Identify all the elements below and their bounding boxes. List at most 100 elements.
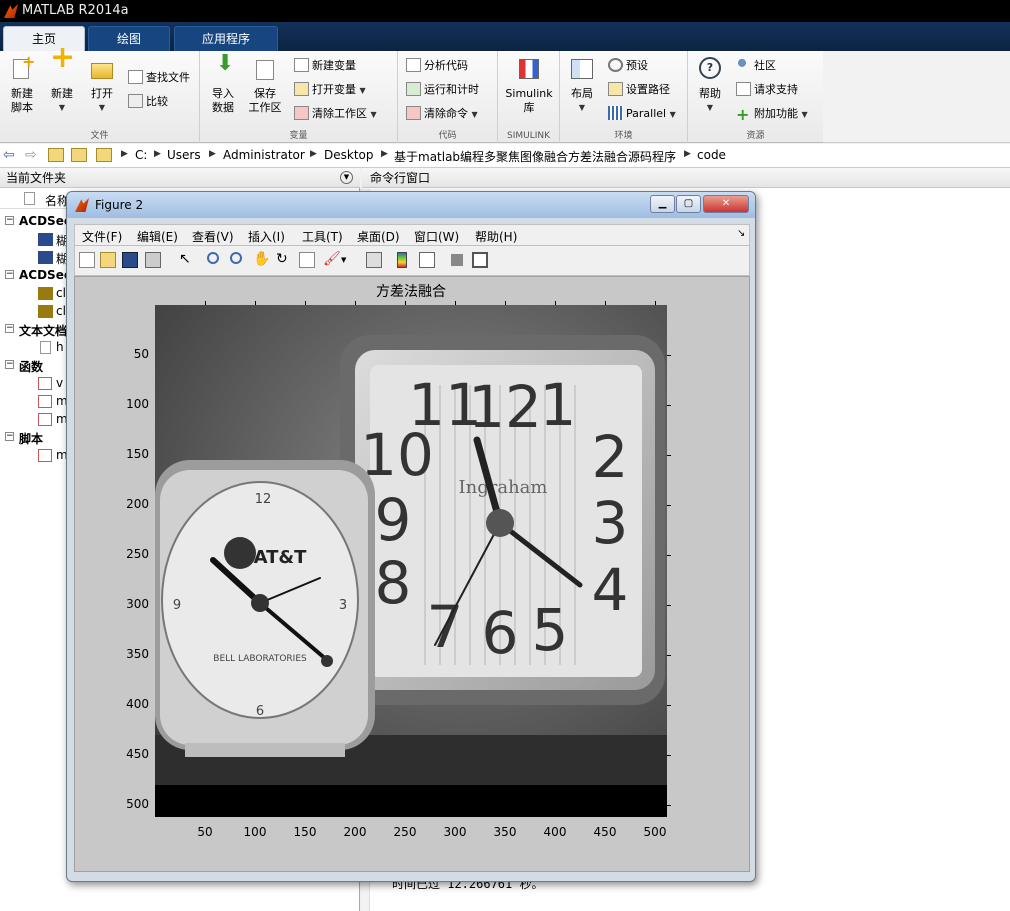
crumb-c[interactable]: C: <box>135 148 147 162</box>
help-button[interactable]: ? 帮助 ▼ <box>692 57 728 115</box>
menu-tools[interactable]: 工具(T) <box>302 228 343 245</box>
import-data-button[interactable]: ⬇ 导入 数据 <box>204 53 242 115</box>
right-clock-brand: Ingraham <box>459 477 548 498</box>
crumb-desktop[interactable]: Desktop <box>324 148 374 162</box>
crumb-project-folder[interactable]: 基于matlab编程多聚焦图像融合方差法融合源码程序 <box>394 148 676 165</box>
ribbon-group-label: 文件 <box>90 131 109 141</box>
up-folder-icon[interactable] <box>48 148 64 162</box>
zoom-in-icon[interactable] <box>207 252 219 264</box>
open-button[interactable]: 打开 ▼ <box>84 57 120 115</box>
crumb-administrator[interactable]: Administrator <box>223 148 305 162</box>
menu-window[interactable]: 窗口(W) <box>414 228 459 245</box>
fused-clock-image: 11 12 1 10 2 9 3 8 4 7 6 5 Ingraham AT&T… <box>155 305 667 817</box>
ribbon-group-label: SIMULINK <box>506 131 551 141</box>
menu-file[interactable]: 文件(F) <box>82 228 122 245</box>
menu-edit[interactable]: 编辑(E) <box>137 228 178 245</box>
crumb-code[interactable]: code <box>697 148 726 162</box>
support-icon <box>736 82 751 96</box>
community-button[interactable]: 社区 <box>736 57 776 75</box>
x-tick-mark <box>205 301 206 305</box>
print-icon[interactable] <box>145 252 161 268</box>
new-variable-button[interactable]: 新建变量 <box>294 57 356 75</box>
crumb-separator: ▶ <box>684 149 691 159</box>
brush-dropdown-icon[interactable]: ▼ <box>341 256 346 264</box>
menu-insert[interactable]: 插入(I) <box>248 228 285 245</box>
set-path-icon <box>608 82 623 96</box>
legend-icon[interactable] <box>419 252 435 268</box>
dock-arrow-icon[interactable]: ↘ <box>737 228 745 239</box>
compare-button[interactable]: 比较 <box>128 93 168 111</box>
preferences-button[interactable]: 预设 <box>608 57 648 75</box>
save-workspace-button[interactable]: 保存 工作区 <box>244 57 286 115</box>
figure-titlebar[interactable]: Figure 2 ▁ ▢ ✕ <box>67 192 755 218</box>
close-button[interactable]: ✕ <box>703 195 749 213</box>
left-clock-sub: BELL LABORATORIES <box>213 654 307 664</box>
link-plot-icon[interactable] <box>366 252 382 268</box>
brush-icon[interactable]: 🖌 <box>323 252 341 268</box>
addons-button[interactable]: + 附加功能 ▼ <box>736 105 808 123</box>
tab-plots[interactable]: 绘图 <box>88 26 170 51</box>
plot-title: 方差法融合 <box>376 284 446 300</box>
file-column-icon <box>24 192 35 205</box>
data-cursor-icon[interactable] <box>299 252 315 268</box>
image-axes[interactable]: 11 12 1 10 2 9 3 8 4 7 6 5 Ingraham AT&T… <box>155 305 667 817</box>
collapse-icon[interactable]: − <box>5 432 14 441</box>
text-file-icon <box>40 341 51 354</box>
run-and-time-button[interactable]: 运行和计时 <box>406 81 479 99</box>
maximize-button[interactable]: ▢ <box>676 195 701 213</box>
y-tick-label: 500 <box>126 797 149 811</box>
new-button[interactable]: + 新建 ▼ <box>44 43 80 115</box>
ribbon-group-file: + 新建 脚本 + 新建 ▼ 打开 ▼ 查找文件 比较 文件 <box>0 43 200 143</box>
folder-icon <box>88 57 116 83</box>
y-tick-label: 400 <box>126 697 149 711</box>
new-script-button[interactable]: + 新建 脚本 <box>4 54 40 115</box>
open-variable-button[interactable]: 打开变量 ▼ <box>294 81 366 99</box>
request-support-button[interactable]: 请求支持 <box>736 81 798 99</box>
open-file-icon[interactable] <box>100 252 116 268</box>
pointer-icon[interactable]: ↖ <box>179 252 195 268</box>
back-arrow-icon[interactable]: ⇦ <box>3 147 15 163</box>
clear-workspace-button[interactable]: 清除工作区 ▼ <box>294 105 377 123</box>
collapse-icon[interactable]: − <box>5 360 14 369</box>
x-tick-mark <box>255 301 256 305</box>
new-figure-icon[interactable] <box>79 252 95 268</box>
hide-plot-tools-icon[interactable] <box>451 254 463 266</box>
show-plot-tools-icon[interactable] <box>472 252 488 268</box>
simulink-library-button[interactable]: Simulink 库 <box>502 57 556 115</box>
browse-folder-icon[interactable] <box>71 148 87 162</box>
collapse-icon[interactable]: − <box>5 324 14 333</box>
clear-commands-button[interactable]: 清除命令 ▼ <box>406 105 478 123</box>
parallel-icon <box>608 106 623 120</box>
menu-help[interactable]: 帮助(H) <box>475 228 517 245</box>
collapse-icon[interactable]: − <box>5 270 14 279</box>
colorbar-icon[interactable] <box>397 252 407 268</box>
set-path-button[interactable]: 设置路径 <box>608 81 670 99</box>
zoom-out-icon[interactable] <box>230 252 242 264</box>
collapse-icon[interactable]: − <box>5 216 14 225</box>
parallel-button[interactable]: Parallel ▼ <box>608 105 676 123</box>
save-workspace-icon <box>251 57 279 83</box>
panel-menu-icon[interactable]: ▼ <box>340 171 353 184</box>
layout-button[interactable]: 布局 ▼ <box>564 57 600 115</box>
left-clock-numeral: 9 <box>173 598 181 613</box>
minimize-button[interactable]: ▁ <box>650 195 675 213</box>
menu-desktop[interactable]: 桌面(D) <box>357 228 400 245</box>
left-clock-numeral: 12 <box>255 492 272 507</box>
right-clock-numeral: 4 <box>592 556 629 624</box>
rotate-icon[interactable]: ↻ <box>276 252 292 268</box>
ribbon-empty-area <box>823 51 1010 143</box>
forward-arrow-icon[interactable]: ⇨ <box>25 147 37 163</box>
pan-hand-icon[interactable]: ✋ <box>253 252 270 268</box>
menu-view[interactable]: 查看(V) <box>192 228 234 245</box>
x-tick-label: 300 <box>443 825 467 839</box>
save-icon[interactable] <box>122 252 138 268</box>
figure-toolbar: ↖ ✋ ↻ 🖌 ▼ <box>74 246 750 276</box>
command-window-header: 命令行窗口 <box>362 168 1010 188</box>
folder-icon <box>96 148 112 162</box>
gear-icon <box>608 58 623 72</box>
find-files-button[interactable]: 查找文件 <box>128 69 190 87</box>
tab-apps[interactable]: 应用程序 <box>174 26 278 51</box>
crumb-users[interactable]: Users <box>167 148 201 162</box>
x-tick-mark <box>305 301 306 305</box>
analyze-code-button[interactable]: 分析代码 <box>406 57 468 75</box>
